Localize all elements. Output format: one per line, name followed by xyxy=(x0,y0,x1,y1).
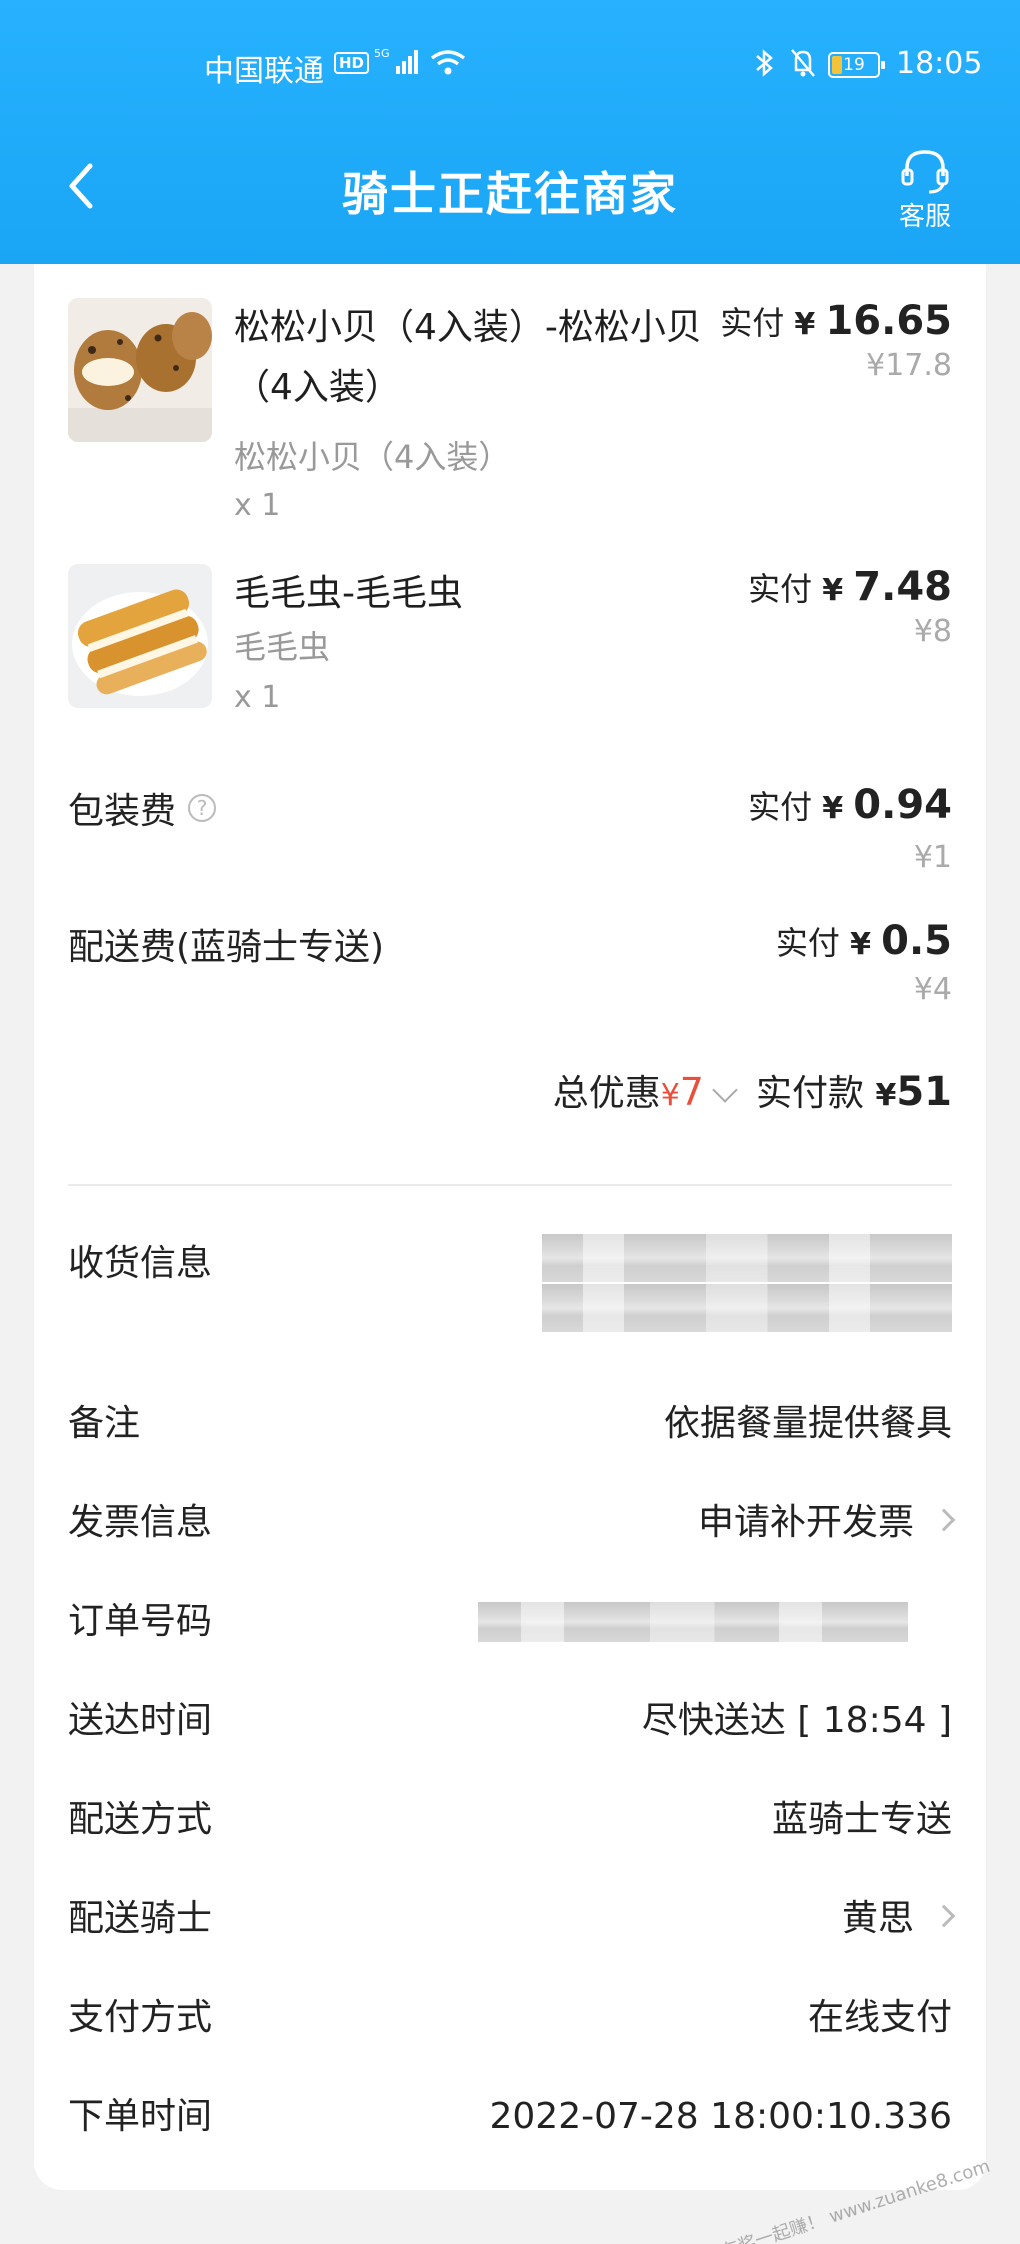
chevron-right-icon xyxy=(932,1508,956,1532)
page-title: 骑士正赶往商家 xyxy=(342,167,678,221)
product-spec: 毛毛虫 xyxy=(234,628,331,666)
payment-method-value: 在线支付 xyxy=(807,1997,952,2038)
product-name: 松松小贝（4入装）-松松小贝（4入装） xyxy=(234,307,702,408)
hd-badge: HD xyxy=(334,52,370,74)
battery-indicator: 19 xyxy=(828,52,885,78)
paid-label: 实付 xyxy=(748,570,813,608)
wifi-icon xyxy=(430,50,466,75)
total-discount-amount: 7 xyxy=(679,1070,704,1114)
currency-symbol: ¥ xyxy=(822,573,844,608)
total-summary: 总优惠¥7 实付款 ¥51 xyxy=(553,1064,952,1116)
currency-symbol: ¥ xyxy=(875,1078,897,1113)
invoice-action-label: 申请补开发票 xyxy=(697,1502,914,1543)
fee-label: 配送费(蓝骑士专送) xyxy=(68,927,385,968)
paid-label: 实付 xyxy=(748,788,813,826)
delivery-time-value: 尽快送达 [ 18:54 ] xyxy=(641,1700,952,1741)
remark-row: 备注 依据餐量提供餐具 xyxy=(68,1394,952,1454)
delivery-method-value: 蓝骑士专送 xyxy=(771,1799,952,1840)
paid-amount: 16.65 xyxy=(825,298,952,344)
rider-label: 配送骑士 xyxy=(68,1898,213,1939)
currency-symbol: ¥ xyxy=(850,927,871,962)
product-quantity: x 1 xyxy=(234,680,281,715)
order-time-label: 下单时间 xyxy=(68,2096,213,2137)
order-item[interactable]: 毛毛虫-毛毛虫 毛毛虫 x 1 实付 ¥ 7.48 ¥8 xyxy=(68,564,952,744)
customer-service-button[interactable]: 客服 xyxy=(890,146,960,233)
total-paid-amount: 51 xyxy=(896,1069,952,1115)
price-box: 实付 ¥ 16.65 ¥17.8 xyxy=(720,298,952,383)
redacted-order-number xyxy=(478,1602,908,1642)
header: 中国联通 HD 5G 19 18:05 骑士正赶往商家 客服 xyxy=(0,0,1020,264)
delivery-time-label: 送达时间 xyxy=(68,1700,213,1741)
remark-label: 备注 xyxy=(68,1403,141,1444)
price-box: 实付 ¥ 7.48 ¥8 xyxy=(748,564,952,649)
original-price: ¥17.8 xyxy=(866,348,952,383)
address-row: 收货信息 xyxy=(68,1234,952,1374)
address-label: 收货信息 xyxy=(68,1243,213,1284)
payment-method-label: 支付方式 xyxy=(68,1997,213,2038)
discount-currency: ¥ xyxy=(660,1078,680,1113)
chevron-down-icon[interactable] xyxy=(712,1077,738,1103)
redacted-address-line2 xyxy=(542,1284,952,1332)
paid-amount: 0.94 xyxy=(853,782,952,828)
customer-service-label: 客服 xyxy=(898,202,951,232)
order-time-row: 下单时间 2022-07-28 18:00:10.336 xyxy=(68,2087,952,2147)
delivery-method-label: 配送方式 xyxy=(68,1799,213,1840)
payment-method-row: 支付方式 在线支付 xyxy=(68,1988,952,2048)
help-icon[interactable]: ? xyxy=(188,794,217,822)
invoice-label: 发票信息 xyxy=(68,1502,213,1543)
original-price: ¥8 xyxy=(913,614,952,649)
price-box: 实付 ¥ 0.94 ¥1 xyxy=(748,782,952,875)
order-number-label: 订单号码 xyxy=(68,1601,213,1642)
redacted-address-line1 xyxy=(542,1234,952,1282)
headset-icon xyxy=(901,150,949,194)
delivery-fee-row: 配送费(蓝骑士专送) 实付 ¥ 0.5 ¥4 xyxy=(68,918,952,1038)
order-detail-card: 松松小贝（4入装）-松松小贝（4入装） 松松小贝（4入装） x 1 实付 ¥ 1… xyxy=(34,264,986,2190)
product-quantity: x 1 xyxy=(234,488,281,523)
delivery-time-row: 送达时间 尽快送达 [ 18:54 ] xyxy=(68,1691,952,1751)
total-discount-label: 总优惠 xyxy=(552,1073,661,1114)
paid-amount: 0.5 xyxy=(881,918,952,964)
status-bar: 中国联通 HD 5G 19 18:05 xyxy=(0,40,1020,90)
paid-amount: 7.48 xyxy=(853,564,952,610)
chevron-right-icon xyxy=(932,1904,956,1928)
product-spec: 松松小贝（4入装） xyxy=(234,438,511,476)
bluetooth-icon xyxy=(756,49,773,77)
price-box: 实付 ¥ 0.5 ¥4 xyxy=(776,918,952,1007)
total-paid-label: 实付款 xyxy=(755,1073,864,1114)
carrier-name: 中国联通 xyxy=(204,54,324,89)
mute-icon xyxy=(791,49,815,77)
currency-symbol: ¥ xyxy=(822,791,844,826)
original-price: ¥1 xyxy=(913,840,952,875)
network-type: 5G xyxy=(374,47,390,60)
paid-label: 实付 xyxy=(775,924,840,962)
product-image xyxy=(68,298,212,442)
clock: 18:05 xyxy=(896,46,983,81)
signal-icon: 5G xyxy=(374,47,418,74)
order-time-value: 2022-07-28 18:00:10.336 xyxy=(489,2096,953,2137)
rider-value[interactable]: 黄思 xyxy=(841,1889,956,1949)
paid-label: 实付 xyxy=(720,304,785,342)
battery-level: 19 xyxy=(843,55,865,75)
currency-symbol: ¥ xyxy=(794,307,816,342)
product-image xyxy=(68,564,212,708)
invoice-row[interactable]: 发票信息 申请补开发票 xyxy=(68,1493,956,1553)
rider-row[interactable]: 配送骑士 黄思 xyxy=(68,1889,956,1949)
divider xyxy=(68,1184,952,1186)
invoice-action[interactable]: 申请补开发票 xyxy=(697,1493,956,1553)
order-number-row: 订单号码 xyxy=(68,1592,952,1652)
delivery-method-row: 配送方式 蓝骑士专送 xyxy=(68,1790,952,1850)
original-price: ¥4 xyxy=(913,972,952,1007)
rider-name: 黄思 xyxy=(841,1898,914,1939)
remark-value: 依据餐量提供餐具 xyxy=(663,1403,952,1444)
fee-label: 包装费 xyxy=(68,791,177,832)
order-item[interactable]: 松松小贝（4入装）-松松小贝（4入装） 松松小贝（4入装） x 1 实付 ¥ 1… xyxy=(68,298,952,523)
product-name: 毛毛虫-毛毛虫 xyxy=(234,573,463,614)
packaging-fee-row: 包装费? 实付 ¥ 0.94 ¥1 xyxy=(68,782,952,902)
